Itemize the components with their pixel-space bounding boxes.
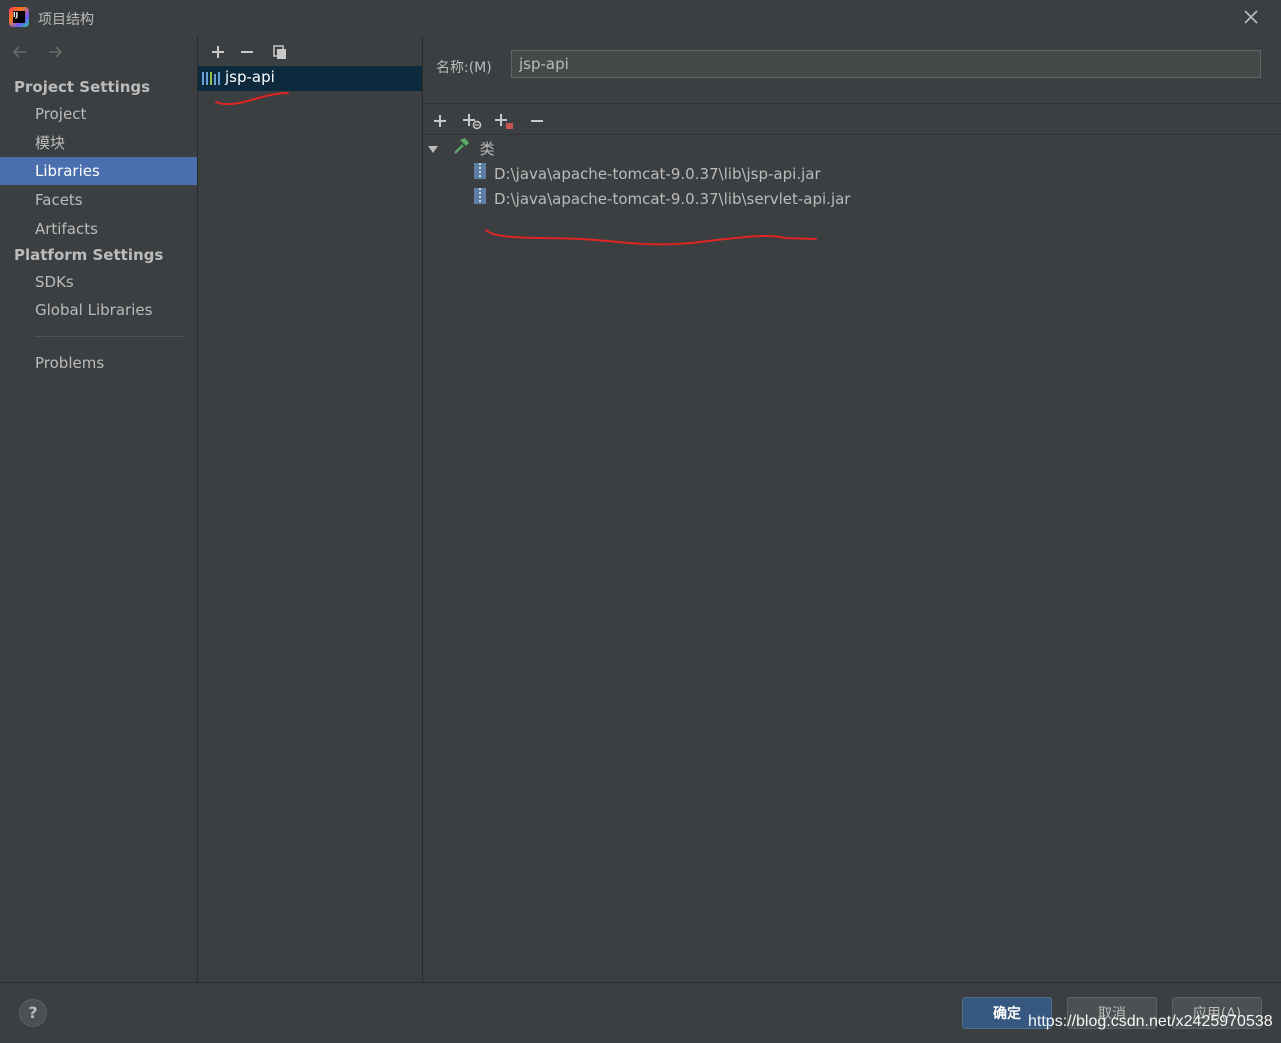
platform-settings-heading: Platform Settings: [14, 246, 164, 264]
jar-icon: [473, 162, 487, 187]
close-icon[interactable]: [1240, 6, 1262, 28]
copy-library-icon[interactable]: [268, 40, 292, 64]
tree-row-jar[interactable]: D:\java\apache-tomcat-9.0.37\lib\servlet…: [473, 187, 850, 211]
watermark-text: https://blog.csdn.net/x2425970538: [1028, 1013, 1273, 1030]
library-item-label: jsp-api: [225, 68, 275, 86]
expand-triangle-icon[interactable]: [427, 138, 439, 162]
remove-root-icon[interactable]: [525, 109, 549, 133]
title-bar: IJ 项目结构: [0, 0, 1281, 36]
tree-node-classes[interactable]: 类: [427, 137, 495, 161]
forward-arrow-icon[interactable]: [45, 42, 67, 66]
tree-row-jar[interactable]: D:\java\apache-tomcat-9.0.37\lib\jsp-api…: [473, 162, 821, 186]
remove-library-icon[interactable]: [235, 40, 259, 64]
library-item-jsp-api[interactable]: jsp-api: [198, 66, 422, 91]
jar-path-label: D:\java\apache-tomcat-9.0.37\lib\jsp-api…: [494, 165, 821, 183]
sidebar-item-problems[interactable]: Problems: [0, 349, 197, 377]
library-detail-panel: 名称:(M) 类 D:\java\apache-tom: [423, 36, 1281, 982]
name-field-label: 名称:(M): [436, 60, 492, 76]
library-name-input[interactable]: [511, 50, 1261, 78]
add-jar-directory-icon[interactable]: [460, 109, 484, 133]
help-button[interactable]: ?: [19, 999, 47, 1027]
sidebar-item-modules[interactable]: 模块: [0, 129, 197, 157]
window-title: 项目结构: [38, 12, 94, 28]
library-icon: [202, 71, 222, 90]
add-library-icon[interactable]: [206, 40, 230, 64]
detail-divider: [423, 103, 1281, 104]
dialog-footer: ? 确定 取消 应用(A) https://blog.csdn.net/x242…: [0, 982, 1281, 1043]
hammer-icon: [452, 137, 470, 162]
sidebar-item-facets[interactable]: Facets: [0, 186, 197, 214]
jar-icon: [473, 187, 487, 212]
sidebar-item-project[interactable]: Project: [0, 100, 197, 128]
project-settings-heading: Project Settings: [14, 78, 151, 96]
add-root-icon[interactable]: [428, 109, 452, 133]
library-list-panel: jsp-api: [198, 36, 423, 982]
sidebar-divider: [35, 336, 185, 337]
intellij-logo-icon: IJ: [9, 7, 29, 27]
settings-sidebar: Project Settings Project 模块 Libraries Fa…: [0, 36, 198, 982]
sidebar-item-global-libraries[interactable]: Global Libraries: [0, 296, 197, 324]
sidebar-item-libraries[interactable]: Libraries: [0, 157, 197, 185]
add-external-root-icon[interactable]: [492, 109, 516, 133]
back-arrow-icon[interactable]: [10, 42, 32, 66]
sidebar-item-sdks[interactable]: SDKs: [0, 268, 197, 296]
tree-node-classes-label: 类: [479, 140, 495, 158]
sidebar-item-artifacts[interactable]: Artifacts: [0, 215, 197, 243]
roots-toolbar: [423, 108, 1281, 135]
jar-path-label: D:\java\apache-tomcat-9.0.37\lib\servlet…: [494, 190, 851, 208]
